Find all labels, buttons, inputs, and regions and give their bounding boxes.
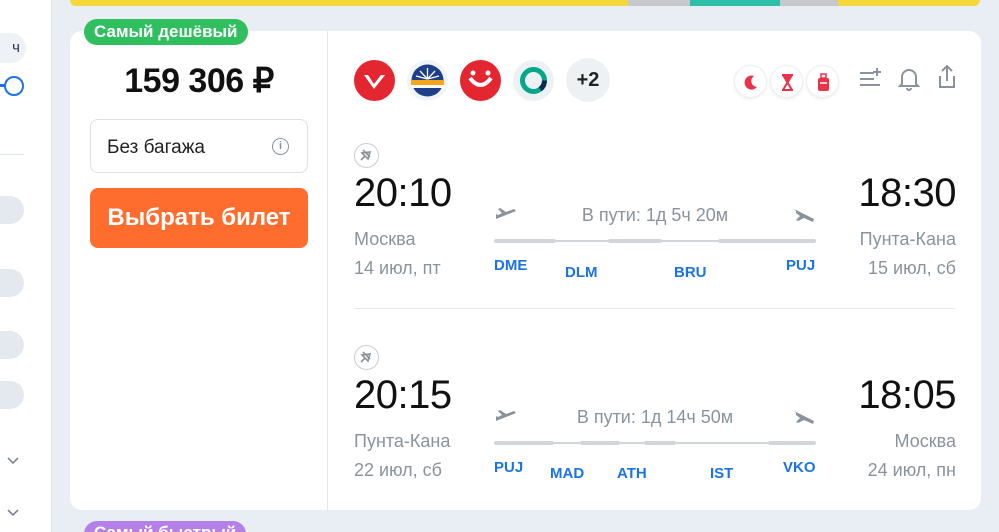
pin-icon[interactable] (354, 143, 379, 168)
fastest-badge: Самый быстрый (84, 521, 247, 532)
flight-leg (644, 441, 676, 445)
filter-toggle[interactable] (0, 196, 24, 224)
price-panel: 159 306 ₽ Без багажа i Выбрать билет (70, 31, 328, 510)
route-timeline[interactable]: В пути: 1д 14ч 50м PUJ MAD ATH IST VKO (494, 403, 816, 493)
arrival-city: Пунта-Кана (859, 229, 956, 249)
ticket-actions (858, 63, 972, 93)
landing-icon (792, 407, 816, 427)
departure-city: Москва (354, 229, 416, 249)
ticket-tags (734, 65, 842, 98)
airline-logo-icon (354, 59, 395, 101)
departure-city: Пунта-Кана (354, 431, 451, 451)
departure-time: 20:15 (354, 373, 452, 417)
departure-date: 14 июл, пт (354, 258, 441, 278)
moon-icon[interactable] (734, 65, 767, 98)
route-timeline[interactable]: В пути: 1д 5ч 20м DME DLM BRU PUJ (494, 201, 816, 291)
promo-banner[interactable] (70, 0, 980, 6)
more-airlines-button[interactable]: +2 (566, 58, 610, 102)
airport-code[interactable]: PUJ (786, 257, 815, 274)
flight-leg (608, 239, 662, 243)
airport-code[interactable]: DME (494, 257, 527, 274)
filter-toggle[interactable] (0, 331, 24, 359)
select-ticket-button[interactable]: Выбрать билет (90, 188, 308, 248)
flight-duration: В пути: 1д 5ч 20м (581, 205, 729, 225)
flight-leg (494, 239, 556, 243)
flight-leg (718, 239, 816, 243)
departure-date: 22 июл, сб (354, 460, 442, 480)
airport-code[interactable]: IST (710, 465, 733, 482)
hourglass-icon[interactable] (770, 65, 803, 98)
add-to-list-icon[interactable] (858, 63, 884, 93)
airport-code[interactable]: BRU (674, 264, 707, 281)
pin-icon[interactable] (354, 345, 379, 370)
airport-code[interactable]: ATH (617, 465, 647, 482)
arrival-city: Москва (894, 431, 956, 451)
info-icon[interactable]: i (272, 138, 289, 155)
filter-toggle[interactable] (0, 269, 24, 297)
airport-code[interactable]: VKO (783, 459, 816, 476)
airline-logo-icon (407, 59, 448, 101)
flight-leg (768, 441, 816, 445)
chevron-down-icon[interactable] (6, 453, 20, 467)
filter-toggle[interactable] (0, 381, 24, 409)
cheapest-badge: Самый дешёвый (84, 19, 248, 45)
filter-chip[interactable]: ч (0, 33, 26, 63)
divider (0, 154, 24, 155)
layover (556, 240, 608, 242)
flight-duration: В пути: 1д 14ч 50м (576, 407, 734, 427)
filter-radio[interactable] (4, 76, 24, 96)
departure-time: 20:10 (354, 171, 452, 215)
arrival-date: 24 июл, пн (867, 460, 956, 480)
landing-icon (792, 205, 816, 225)
layover (676, 442, 768, 444)
airline-logo-icon (513, 59, 554, 101)
arrival-date: 15 июл, сб (868, 258, 956, 278)
arrival-time: 18:05 (858, 373, 956, 417)
ticket-price: 159 306 ₽ (124, 62, 274, 100)
share-icon[interactable] (934, 63, 960, 93)
airport-code[interactable]: DLM (565, 264, 598, 281)
luggage-icon[interactable] (806, 65, 839, 98)
airport-code[interactable]: MAD (550, 465, 584, 482)
filters-sidebar: ч (0, 0, 52, 532)
banner-art (690, 0, 780, 6)
segment-divider (354, 308, 956, 309)
airport-code[interactable]: PUJ (494, 459, 523, 476)
layover (662, 240, 718, 242)
arrival-time: 18:30 (858, 171, 956, 215)
bell-icon[interactable] (896, 63, 922, 93)
flight-leg (580, 441, 620, 445)
chevron-down-icon[interactable] (6, 505, 20, 519)
baggage-selector[interactable]: Без багажа i (90, 119, 308, 173)
flight-leg (494, 441, 554, 445)
airline-logo-icon (460, 59, 501, 101)
ticket-card[interactable]: 159 306 ₽ Без багажа i Выбрать билет +2 (70, 31, 981, 510)
baggage-label: Без багажа (107, 137, 205, 158)
layover (554, 442, 580, 444)
layover (620, 442, 644, 444)
filter-chip-label: ч (12, 39, 20, 56)
airline-logos: +2 (354, 58, 622, 102)
